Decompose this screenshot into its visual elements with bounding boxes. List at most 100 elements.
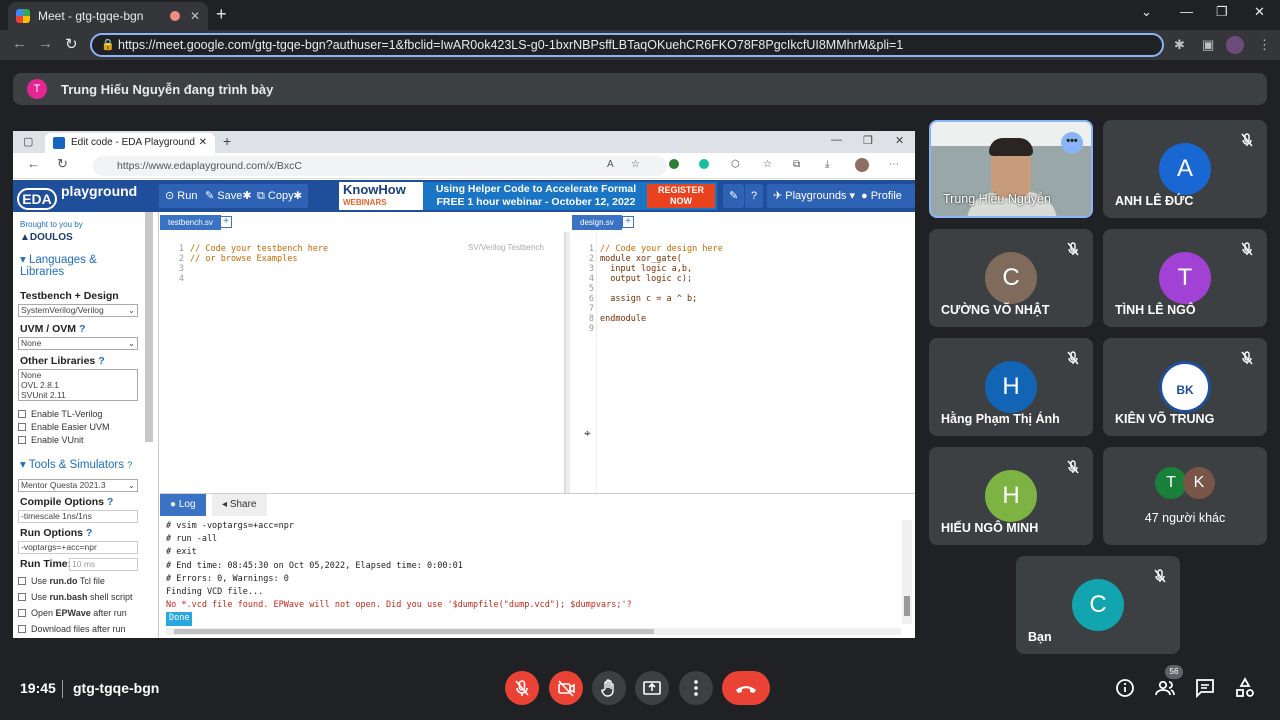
reload-icon[interactable]: ↻ <box>65 35 78 53</box>
extensions-icon[interactable]: ✱ <box>1174 37 1185 53</box>
participant-tile[interactable]: H HIẾU NGÔ MINH <box>929 447 1093 545</box>
log-done-line: Done <box>166 612 632 626</box>
shared-new-tab-icon: + <box>223 133 232 149</box>
log-line: # Errors: 0, Warnings: 0 <box>166 573 289 584</box>
ad-brand-sub: WEBINARS <box>343 198 387 207</box>
code-line: 5 <box>580 284 723 294</box>
sidebar-scrollbar <box>145 212 153 442</box>
muted-mic-icon <box>1241 351 1253 365</box>
more-options-button[interactable] <box>679 671 713 705</box>
code-line: 2 module xor_gate( <box>580 254 723 264</box>
participant-tile-speaker[interactable]: ••• Trung Hiếu Nguyễn <box>929 120 1093 218</box>
code-line: 1 // Code your testbench here <box>170 244 328 254</box>
forward-icon[interactable]: → <box>38 35 53 52</box>
doulos-text: DOULOS <box>29 232 73 243</box>
line-number: 4 <box>178 274 184 284</box>
language-select: SystemVerilog/Verilog ⌄ <box>18 304 138 317</box>
maximize-button[interactable]: ❐ <box>1216 4 1228 20</box>
shared-screen: ▢ Edit code - EDA Playground ✕ + — ❐ ✕ ←… <box>13 131 915 638</box>
read-aloud-icon: A <box>607 159 614 170</box>
code-text: output logic c); <box>600 274 693 284</box>
shared-minimize-icon: — <box>831 134 842 146</box>
close-tab-icon[interactable]: ✕ <box>190 9 200 23</box>
uvm-value: None <box>21 338 42 348</box>
presenting-banner: T Trung Hiếu Nguyễn đang trình bày <box>13 73 1267 105</box>
participant-avatar: T <box>1159 252 1211 304</box>
participant-avatar: H <box>985 470 1037 522</box>
eda-header: EDA playground ⊙ Run ✎ Save✱ ⧉ Copy✱ Kno… <box>13 180 915 226</box>
run-time-input: 10 ms <box>69 558 138 571</box>
compile-options-text: Compile Options <box>20 496 104 508</box>
knowhow-logo: KnowHow WEBINARS <box>339 182 423 210</box>
participant-tile[interactable]: T TÌNH LÊ NGÔ <box>1103 229 1267 327</box>
participant-name: CƯỜNG VÕ NHẬT <box>941 303 1050 317</box>
eda-sidebar: Brought to you by ▲DOULOS ▾ Languages & … <box>13 212 159 638</box>
participant-name: Bạn <box>1028 630 1052 644</box>
shared-reload-icon: ↻ <box>57 156 68 171</box>
hang-up-icon <box>736 686 756 693</box>
camera-toggle-button[interactable] <box>549 671 583 705</box>
participant-name: ANH LÊ ĐỨC <box>1115 194 1194 208</box>
side-panel-icon[interactable]: ▣ <box>1202 37 1214 53</box>
design-gutter <box>596 232 597 495</box>
profile-avatar[interactable] <box>1226 36 1244 54</box>
shared-tab-title: Edit code - EDA Playground <box>71 137 195 148</box>
profile-button: ● Profile ▾ <box>855 184 915 226</box>
library-item: SVUnit 2.11 <box>21 390 66 400</box>
log-error-line: No *.vcd file found. EPWave will not ope… <box>166 600 632 611</box>
tools-label: Tools & Simulators <box>28 459 124 471</box>
code-line: 6 assign c = a ^ b; <box>580 294 723 304</box>
run-options-text: Run Options <box>20 527 83 539</box>
mic-toggle-button[interactable] <box>505 671 539 705</box>
chat-icon[interactable] <box>1193 676 1217 700</box>
participant-tile[interactable]: A ANH LÊ ĐỨC <box>1103 120 1267 218</box>
close-window-button[interactable]: ✕ <box>1254 4 1265 20</box>
shared-address-bar: ← ↻ https://www.edaplayground.com/x/BxcC… <box>13 153 915 179</box>
people-icon[interactable] <box>1153 676 1177 700</box>
line-number: 1 <box>178 244 184 254</box>
url-bar[interactable]: 🔒 https://meet.google.com/gtg-tgqe-bgn?a… <box>90 33 1164 57</box>
log-output: # vsim -voptargs=+acc=npr # run -all # exi… <box>166 520 632 626</box>
use-run-bash-checkbox: Use run.bash shell script <box>18 592 133 602</box>
new-tab-button[interactable]: + <box>216 4 227 25</box>
participant-tile[interactable]: C CƯỜNG VÕ NHẬT <box>929 229 1093 327</box>
line-number: 5 <box>588 284 594 294</box>
leave-call-button[interactable] <box>722 671 770 705</box>
participant-tile[interactable]: BK KIÊN VÕ TRUNG <box>1103 338 1267 436</box>
others-tile[interactable]: T K 47 người khác <box>1103 447 1267 545</box>
languages-section-header: ▾ Languages & Libraries <box>20 254 97 278</box>
browser-tab[interactable]: Meet - gtg-tgqe-bgn ✕ <box>8 2 208 30</box>
code-line: 1 // Code your design here <box>580 244 723 254</box>
enable-vunit-checkbox: Enable VUnit <box>18 435 84 445</box>
raise-hand-button[interactable] <box>592 671 626 705</box>
library-item: OVL 2.8.1 <box>21 380 59 390</box>
present-button[interactable] <box>635 671 669 705</box>
activities-icon[interactable] <box>1233 676 1257 700</box>
line-number: 2 <box>178 254 184 264</box>
participant-tile[interactable]: H Hằng Phạm Thị Ánh <box>929 338 1093 436</box>
participant-avatar: A <box>1159 143 1211 195</box>
grammarly-icon <box>699 159 709 169</box>
more-options-icon[interactable]: ••• <box>1061 132 1083 154</box>
share-tab: ◂ Share <box>212 494 267 516</box>
self-tile[interactable]: C Bạn <box>1016 556 1180 654</box>
compile-options-label: Compile Options ? <box>20 496 114 508</box>
log-line: # End time: 08:45:30 on Oct 05,2022, Ela… <box>166 560 463 571</box>
testbench-tab: testbench.sv <box>160 215 221 230</box>
enable-tl-verilog-checkbox: Enable TL-Verilog <box>18 409 102 419</box>
participant-name: KIÊN VÕ TRUNG <box>1115 412 1215 426</box>
code-text: // or browse Examples <box>190 254 298 264</box>
meeting-details-icon[interactable] <box>1113 676 1137 700</box>
enable-vunit-label: Enable VUnit <box>31 435 84 445</box>
minimize-button[interactable]: — <box>1180 4 1193 19</box>
more-vert-icon <box>694 680 698 696</box>
copy-button: ⧉ Copy✱ <box>251 184 308 208</box>
others-avatar: K <box>1183 467 1215 499</box>
menu-icon[interactable]: ⋮ <box>1258 37 1271 53</box>
run-button: ⊙ Run <box>159 184 204 208</box>
code-line: 8 endmodule <box>580 314 723 324</box>
tab-search-icon[interactable]: ⌄ <box>1141 4 1152 20</box>
back-icon[interactable]: ← <box>12 35 27 52</box>
others-count-label: 47 người khác <box>1144 511 1226 525</box>
language-value: SystemVerilog/Verilog <box>21 305 104 315</box>
